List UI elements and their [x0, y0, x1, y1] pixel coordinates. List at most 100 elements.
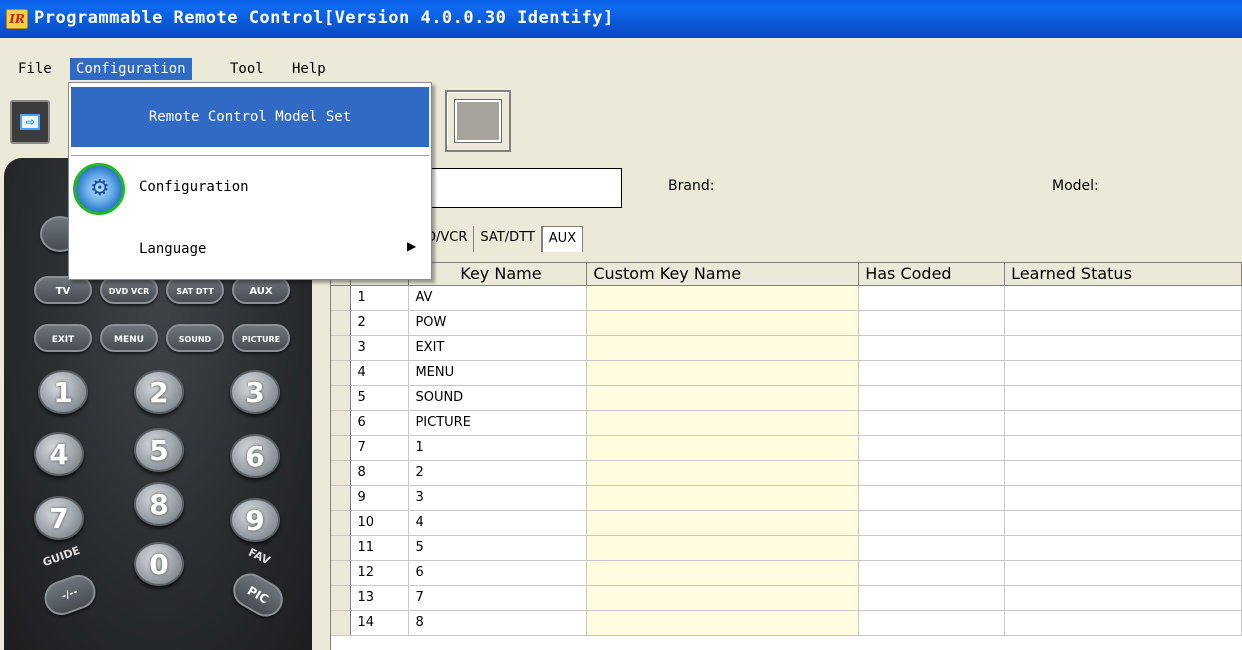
- row-header: [331, 360, 352, 386]
- remote-pic-button[interactable]: PIC: [226, 567, 290, 623]
- remote-aux-button[interactable]: AUX: [232, 276, 290, 304]
- table-row[interactable]: 1 AV: [331, 285, 1242, 311]
- custom-key-name-cell[interactable]: [586, 560, 860, 586]
- row-header: [331, 410, 352, 436]
- row-number: 14: [350, 610, 410, 636]
- custom-key-name-cell[interactable]: [586, 510, 860, 536]
- has-coded-cell: [858, 510, 1006, 536]
- remote-num-2[interactable]: 2: [134, 370, 184, 414]
- key-name-cell: PICTURE: [408, 410, 588, 436]
- key-name-cell: POW: [408, 310, 588, 336]
- custom-key-name-cell[interactable]: [586, 310, 860, 336]
- row-number: 4: [350, 360, 410, 386]
- custom-key-name-cell[interactable]: [586, 610, 860, 636]
- table-row[interactable]: 6 PICTURE: [331, 410, 1242, 436]
- table-row[interactable]: 5 SOUND: [331, 385, 1242, 411]
- table-row[interactable]: 93: [331, 485, 1242, 511]
- next-button[interactable]: ⇨: [10, 100, 50, 144]
- menu-item-language[interactable]: Language: [139, 241, 206, 257]
- menu-item-remote-control-model-set[interactable]: Remote Control Model Set: [71, 87, 429, 147]
- row-number: 5: [350, 385, 410, 411]
- key-name-cell: 3: [408, 485, 588, 511]
- menu-file[interactable]: File: [14, 58, 56, 80]
- row-number: 13: [350, 585, 410, 611]
- learned-status-cell: [1004, 285, 1242, 311]
- has-coded-cell: [858, 460, 1006, 486]
- remote-tv-button[interactable]: TV: [34, 276, 92, 304]
- table-row[interactable]: 4 MENU: [331, 360, 1242, 386]
- has-coded-cell: [858, 285, 1006, 311]
- remote-num-6[interactable]: 6: [230, 434, 280, 478]
- custom-key-name-cell[interactable]: [586, 360, 860, 386]
- has-coded-header[interactable]: Has Coded: [858, 263, 1006, 286]
- remote-num-9[interactable]: 9: [230, 498, 280, 542]
- row-header: [331, 585, 352, 611]
- stop-button[interactable]: [445, 90, 511, 152]
- has-coded-cell: [858, 485, 1006, 511]
- menu-help[interactable]: Help: [288, 58, 330, 80]
- row-number: 8: [350, 460, 410, 486]
- table-row[interactable]: 14 8: [331, 610, 1242, 636]
- tab-aux[interactable]: AUX: [541, 226, 584, 252]
- brand-search-input[interactable]: [420, 168, 622, 208]
- has-coded-cell: [858, 535, 1006, 561]
- row-header: [331, 285, 352, 311]
- remote-dash-button[interactable]: -/--: [39, 570, 101, 620]
- remote-num-1[interactable]: 1: [38, 370, 88, 414]
- custom-key-name-cell[interactable]: [586, 335, 860, 361]
- table-row[interactable]: 71: [331, 435, 1242, 461]
- key-name-header[interactable]: Key Name: [408, 263, 588, 286]
- remote-num-4[interactable]: 4: [34, 432, 84, 476]
- app-icon: IR: [6, 9, 28, 29]
- table-row[interactable]: 10 4: [331, 510, 1242, 536]
- remote-dvd-button[interactable]: DVD VCR: [100, 276, 158, 304]
- learned-status-cell: [1004, 560, 1242, 586]
- menu-separator: [71, 155, 429, 157]
- row-header: [331, 560, 352, 586]
- custom-key-name-cell[interactable]: [586, 285, 860, 311]
- learned-status-header[interactable]: Learned Status: [1004, 263, 1242, 286]
- remote-exit-button[interactable]: EXIT: [34, 324, 92, 352]
- key-name-cell: 4: [408, 510, 588, 536]
- table-row[interactable]: 3 EXIT: [331, 335, 1242, 361]
- remote-sat-button[interactable]: SAT DTT: [166, 276, 224, 304]
- custom-key-name-cell[interactable]: [586, 435, 860, 461]
- remote-menu-button[interactable]: MENU: [100, 324, 158, 352]
- learned-status-cell: [1004, 510, 1242, 536]
- remote-num-0[interactable]: 0: [134, 542, 184, 586]
- tab-sat-dtt[interactable]: SAT/DTT: [474, 226, 542, 252]
- remote-picture-button[interactable]: PICTURE: [232, 324, 290, 352]
- key-name-cell: SOUND: [408, 385, 588, 411]
- arrow-right-icon: ⇨: [20, 114, 40, 130]
- remote-num-5[interactable]: 5: [134, 428, 184, 472]
- custom-key-name-header[interactable]: Custom Key Name: [586, 263, 860, 286]
- configuration-dropdown: Remote Control Model Set ⚙ Configuration…: [68, 82, 432, 280]
- menu-tool[interactable]: Tool: [226, 58, 268, 80]
- model-label: Model:: [1052, 178, 1099, 194]
- custom-key-name-cell[interactable]: [586, 535, 860, 561]
- remote-num-8[interactable]: 8: [134, 482, 184, 526]
- table-row[interactable]: 2 POW: [331, 310, 1242, 336]
- row-number: 2: [350, 310, 410, 336]
- table-row[interactable]: 11 5: [331, 535, 1242, 561]
- learned-status-cell: [1004, 535, 1242, 561]
- table-row[interactable]: 82: [331, 460, 1242, 486]
- remote-num-3[interactable]: 3: [230, 370, 280, 414]
- grid-header: Key Name Custom Key Name Has Coded Learn…: [331, 263, 1242, 286]
- custom-key-name-cell[interactable]: [586, 410, 860, 436]
- menu-item-configuration[interactable]: Configuration: [139, 179, 249, 195]
- title-bar: IR Programmable Remote Control[Version 4…: [0, 0, 1242, 38]
- custom-key-name-cell[interactable]: [586, 460, 860, 486]
- row-header: [331, 460, 352, 486]
- remote-num-7[interactable]: 7: [34, 496, 84, 540]
- row-header: [331, 385, 352, 411]
- learned-status-cell: [1004, 435, 1242, 461]
- custom-key-name-cell[interactable]: [586, 485, 860, 511]
- menu-configuration[interactable]: Configuration: [70, 58, 192, 80]
- custom-key-name-cell[interactable]: [586, 585, 860, 611]
- learned-status-cell: [1004, 335, 1242, 361]
- table-row[interactable]: 13 7: [331, 585, 1242, 611]
- remote-sound-button[interactable]: SOUND: [166, 324, 224, 352]
- custom-key-name-cell[interactable]: [586, 385, 860, 411]
- table-row[interactable]: 12 6: [331, 560, 1242, 586]
